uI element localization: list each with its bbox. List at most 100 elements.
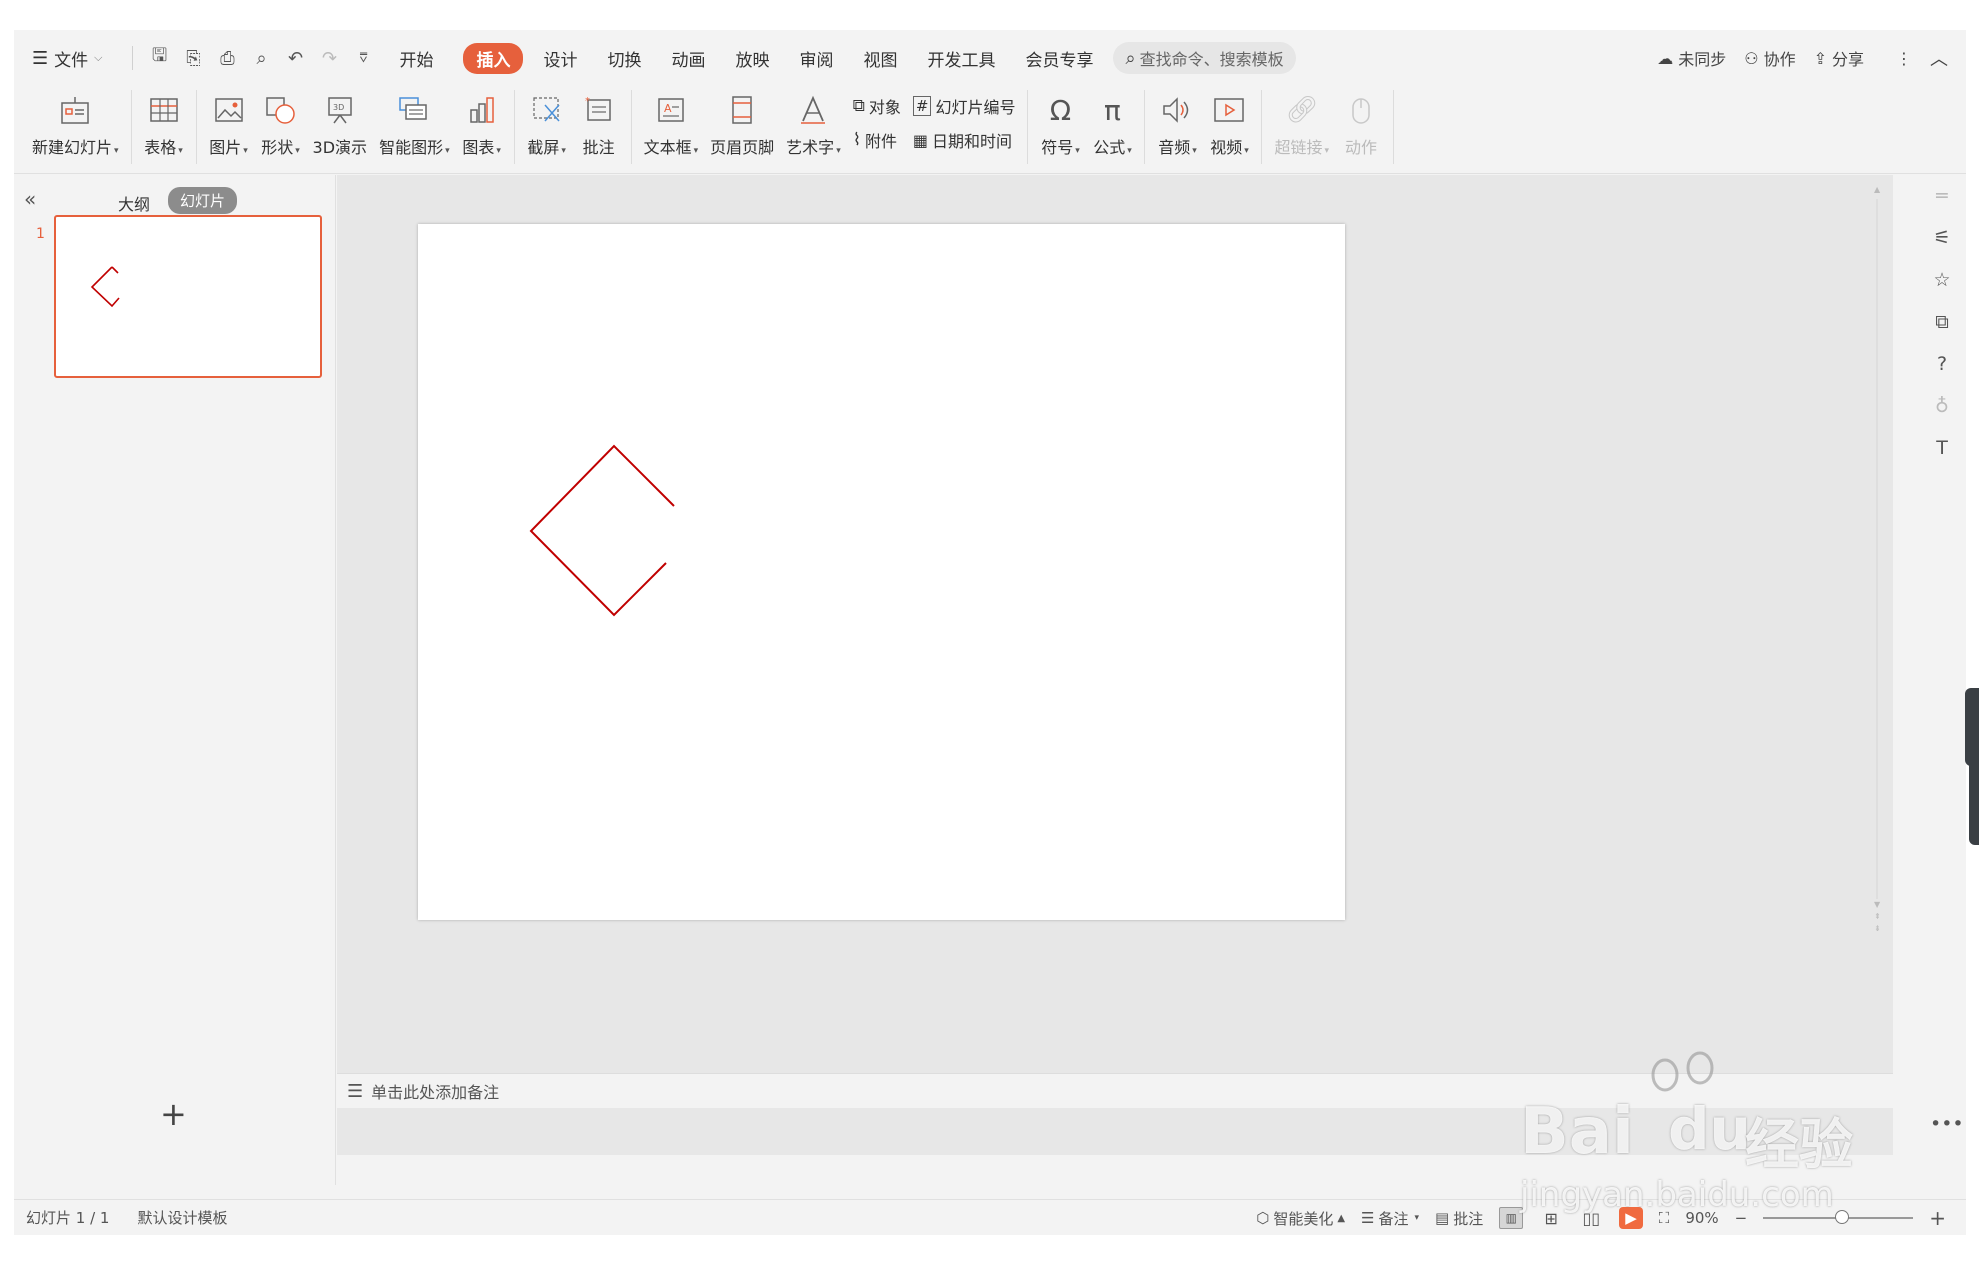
file-menu[interactable]: ☰ 文件 ⌵ <box>32 46 102 71</box>
textbox-button[interactable]: A 文本框 ▾ <box>644 86 698 158</box>
3d-demo-button[interactable]: 3D 3D演示 <box>313 86 367 158</box>
slide-panel: « 大纲 幻灯片 1 + <box>14 175 336 1185</box>
design-template[interactable]: 默认设计模板 <box>137 1207 227 1228</box>
search-box[interactable]: ⌕ 查找命令、搜索模板 <box>1113 42 1296 74</box>
divider <box>130 90 132 164</box>
table-button[interactable]: 表格 ▾ <box>144 86 184 158</box>
comment-button[interactable]: * 批注 <box>579 86 619 158</box>
tab-home[interactable]: 开始 <box>399 46 433 71</box>
cube-icon: ⬡ <box>1256 1209 1270 1227</box>
edge-tab[interactable] <box>1969 757 1979 845</box>
slide-switch-icon[interactable]: ⧉ <box>1930 311 1954 333</box>
audio-button[interactable]: 音频 ▾ <box>1157 86 1197 158</box>
star-icon[interactable]: ☆ <box>1930 269 1954 291</box>
notes-icon: ☰ <box>347 1080 364 1102</box>
notes-toggle-button[interactable]: ☰ 备注 ▾ <box>1361 1208 1419 1229</box>
tab-slideshow[interactable]: 放映 <box>735 46 769 71</box>
smartart-button[interactable]: 智能图形 ▾ <box>379 86 450 158</box>
tab-design[interactable]: 设计 <box>543 46 577 71</box>
sync-button[interactable]: ☁ 未同步 <box>1657 46 1726 70</box>
open-diamond-shape[interactable] <box>418 224 1345 920</box>
symbol-button[interactable]: Ω 符号 ▾ <box>1040 86 1080 158</box>
tab-developer[interactable]: 开发工具 <box>927 46 995 71</box>
zoom-slider-knob[interactable] <box>1835 1210 1850 1224</box>
tab-insert[interactable]: 插入 <box>463 42 524 74</box>
datetime-button[interactable]: ▦ 日期和时间 <box>913 128 1016 152</box>
help-icon[interactable]: ? <box>1930 353 1954 375</box>
adjust-icon[interactable]: ⚟ <box>1930 227 1954 249</box>
tab-member[interactable]: 会员专享 <box>1025 46 1093 71</box>
collapse-panel-icon[interactable]: « <box>24 187 36 211</box>
menu-bar: ☰ 文件 ⌵ 🖫 ⎘ ⎙ ⌕ ↶ ↷ ⩢ 开始 插入 设计 切换 动画 放映 审… <box>14 30 1966 86</box>
divider <box>1144 90 1146 164</box>
new-slide-button[interactable]: 新建幻灯片 ▾ <box>32 86 119 158</box>
watermark-brand: Bai <box>1520 1095 1634 1169</box>
slide-canvas[interactable] <box>418 224 1345 920</box>
textbox-icon: A <box>651 90 691 130</box>
tab-outline[interactable]: 大纲 <box>118 191 150 215</box>
divider <box>195 90 197 164</box>
task-pane-bar: ═ ⚟ ☆ ⧉ ? ♁ T ••• <box>1918 175 1966 1155</box>
object-button[interactable]: ⧉ 对象 <box>853 94 901 118</box>
hamburger-icon: ☰ <box>32 47 49 69</box>
print-preview-icon[interactable]: ⌕ <box>249 48 273 69</box>
undo-icon[interactable]: ↶ <box>283 48 307 69</box>
divider <box>132 46 134 70</box>
watermark-url: jingyan.baidu.com <box>1520 1175 1834 1215</box>
smartart-icon <box>394 90 434 130</box>
drag-handle-icon: ═ <box>1936 185 1948 207</box>
shape-button[interactable]: 形状 ▾ <box>261 86 301 158</box>
tab-view[interactable]: 视图 <box>863 46 897 71</box>
notes-placeholder: 单击此处添加备注 <box>371 1083 500 1102</box>
tab-slides[interactable]: 幻灯片 <box>168 187 238 214</box>
comments-toggle-button[interactable]: ▤ 批注 <box>1435 1208 1483 1229</box>
share-button[interactable]: ⇪ 分享 <box>1814 46 1864 70</box>
format-painter-icon[interactable]: ⎘ <box>181 48 205 69</box>
formula-button[interactable]: π 公式 ▾ <box>1092 86 1132 158</box>
vertical-scrollbar[interactable]: ▲ ▼ ⇞ ⇟ <box>1871 185 1883 955</box>
table-icon <box>144 90 184 130</box>
edge-tab[interactable] <box>1965 688 1979 766</box>
add-slide-button[interactable]: + <box>160 1095 187 1133</box>
tab-transitions[interactable]: 切换 <box>607 46 641 71</box>
beautify-button[interactable]: ⬡ 智能美化 ▲ <box>1256 1208 1345 1229</box>
customize-toolbar-icon[interactable]: ⩢ <box>351 51 375 66</box>
zoom-slider[interactable] <box>1763 1210 1914 1224</box>
wordart-button[interactable]: 艺术字 ▾ <box>786 86 841 158</box>
attachment-button[interactable]: ⌇ 附件 <box>853 128 901 152</box>
watermark-brand-2: du <box>1668 1095 1751 1163</box>
picture-button[interactable]: 图片 ▾ <box>209 86 249 158</box>
header-footer-button[interactable]: 页眉页脚 <box>710 86 774 158</box>
comment-icon: ▤ <box>1435 1209 1450 1227</box>
tab-review[interactable]: 审阅 <box>799 46 833 71</box>
3d-demo-icon: 3D <box>320 90 360 130</box>
collaborate-button[interactable]: ⚇ 协作 <box>1744 46 1795 70</box>
screenshot-button[interactable]: 截屏 ▾ <box>527 86 567 158</box>
action-button[interactable]: 动作 <box>1341 86 1381 158</box>
slide-number-button[interactable]: # 幻灯片编号 <box>912 94 1015 118</box>
collapse-ribbon-icon[interactable]: ︿ <box>1930 45 1948 71</box>
slide-thumbnail[interactable] <box>54 215 322 378</box>
new-slide-icon <box>55 90 95 130</box>
text-icon[interactable]: T <box>1930 437 1954 459</box>
more-vertical-icon[interactable]: ⋮ <box>1896 49 1912 68</box>
comment-icon: * <box>579 90 619 130</box>
zoom-in-icon[interactable]: + <box>1929 1206 1946 1230</box>
print-icon[interactable]: ⎙ <box>215 48 239 69</box>
cloud-icon: ☁ <box>1657 48 1674 68</box>
divider <box>1027 90 1029 164</box>
more-horizontal-icon[interactable]: ••• <box>1930 1113 1964 1135</box>
svg-text:3D: 3D <box>333 103 344 112</box>
svg-text:*: * <box>585 96 590 107</box>
video-button[interactable]: 视频 ▾ <box>1209 86 1249 158</box>
omega-icon: Ω <box>1049 93 1072 127</box>
tab-animations[interactable]: 动画 <box>671 46 705 71</box>
calendar-icon: ▦ <box>912 130 928 150</box>
redo-icon[interactable]: ↷ <box>317 48 341 69</box>
hyperlink-button[interactable]: 🔗︎ 超链接 ▾ <box>1274 86 1329 158</box>
save-icon[interactable]: 🖫 <box>147 43 171 73</box>
chart-button[interactable]: 图表 ▾ <box>462 86 502 158</box>
lightbulb-icon[interactable]: ♁ <box>1930 395 1954 417</box>
chevron-down-icon: ⌵ <box>94 51 103 64</box>
search-icon: ⌕ <box>1125 47 1136 69</box>
